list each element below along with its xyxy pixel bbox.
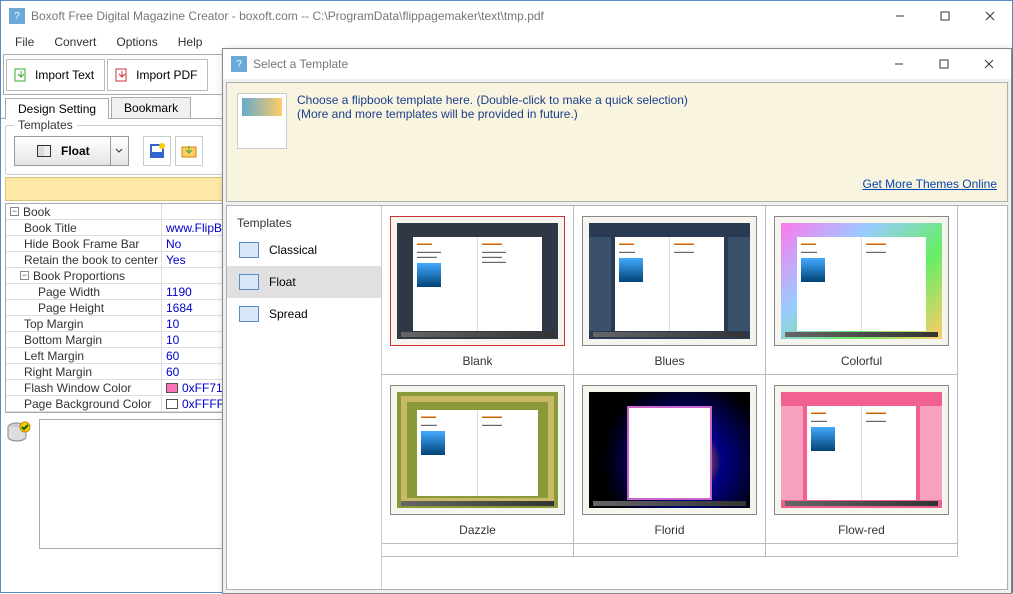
import-pdf-label: Import PDF xyxy=(136,68,197,82)
thumbnail-florid xyxy=(582,385,757,515)
prop-flash-window-color-key: Flash Window Color xyxy=(6,381,161,395)
thumbnail-label: Dazzle xyxy=(459,523,496,537)
dialog-icon: ? xyxy=(231,56,247,72)
menu-help[interactable]: Help xyxy=(168,33,213,51)
template-select-label: Float xyxy=(61,144,90,158)
import-template-button[interactable] xyxy=(175,136,203,166)
category-icon xyxy=(239,306,259,322)
window-controls xyxy=(877,1,1012,31)
dialog-minimize-button[interactable] xyxy=(876,49,921,79)
category-float[interactable]: Float xyxy=(227,266,381,298)
thumbnail-flow-red: ▬▬▬▬▬▬▬▬▬▬▬▬▬▬▬▬ xyxy=(774,385,949,515)
thumbnail-label: Colorful xyxy=(841,354,882,368)
thumbnail-blues: ▬▬▬▬▬▬▬▬▬▬▬▬▬▬▬▬ xyxy=(582,216,757,346)
window-title: Boxoft Free Digital Magazine Creator - b… xyxy=(31,9,544,23)
prop-bottom-margin-key: Bottom Margin xyxy=(6,333,161,347)
expander-icon[interactable]: − xyxy=(10,207,19,216)
maximize-button[interactable] xyxy=(922,1,967,31)
template-actions xyxy=(143,136,203,166)
database-icon xyxy=(5,419,33,447)
main-window: ? Boxoft Free Digital Magazine Creator -… xyxy=(0,0,1013,593)
prop-page-bg-color-key: Page Background Color xyxy=(6,397,161,411)
prop-retain-key: Retain the book to center xyxy=(6,253,161,267)
templates-legend: Templates xyxy=(14,118,77,132)
save-icon xyxy=(148,142,166,160)
chevron-down-icon xyxy=(115,147,123,155)
dialog-maximize-button[interactable] xyxy=(921,49,966,79)
category-spread[interactable]: Spread xyxy=(227,298,381,330)
import-text-button[interactable]: Import Text xyxy=(6,59,105,91)
sidebar-header: Templates xyxy=(227,212,381,234)
dialog-title: Select a Template xyxy=(253,57,348,71)
dialog-titlebar: ? Select a Template xyxy=(223,49,1011,79)
template-florid[interactable]: Florid xyxy=(573,374,766,544)
prop-hide-frame-key: Hide Book Frame Bar xyxy=(6,237,161,251)
save-template-button[interactable] xyxy=(143,136,171,166)
prop-right-margin-key: Right Margin xyxy=(6,365,161,379)
book-icon xyxy=(35,142,53,160)
thumbnail-label: Blues xyxy=(654,354,684,368)
template-row-spacer xyxy=(765,543,958,557)
thumbnail-label: Flow-red xyxy=(838,523,885,537)
minimize-button[interactable] xyxy=(877,1,922,31)
template-select-dropdown[interactable] xyxy=(111,136,129,166)
group-proportions: Book Proportions xyxy=(33,269,125,283)
dialog-close-button[interactable] xyxy=(966,49,1011,79)
prop-book-title-key: Book Title xyxy=(6,221,161,235)
select-template-dialog: ? Select a Template Choose a flipbook te… xyxy=(222,48,1012,594)
thumbnail-label: Florid xyxy=(654,523,684,537)
template-row-spacer xyxy=(573,543,766,557)
tab-design-setting[interactable]: Design Setting xyxy=(5,98,109,119)
tab-bookmark[interactable]: Bookmark xyxy=(111,97,191,118)
expander-icon[interactable]: − xyxy=(20,271,29,280)
template-category-sidebar: Templates Classical Float Spread xyxy=(227,206,382,589)
template-flow-red[interactable]: ▬▬▬▬▬▬▬▬▬▬▬▬▬▬▬▬ Flow-red xyxy=(765,374,958,544)
template-colorful[interactable]: ▬▬▬▬▬▬▬▬▬▬▬▬▬▬▬▬ Colorful xyxy=(765,206,958,375)
banner-text: Choose a flipbook template here. (Double… xyxy=(297,93,852,191)
template-row-spacer xyxy=(382,543,574,557)
template-dazzle[interactable]: ▬▬▬▬▬▬▬▬▬▬▬▬▬▬▬▬ Dazzle xyxy=(382,374,574,544)
app-icon: ? xyxy=(9,8,25,24)
category-icon xyxy=(239,242,259,258)
thumbnail-label: Blank xyxy=(462,354,492,368)
group-book: Book xyxy=(23,205,50,219)
import-text-label: Import Text xyxy=(35,68,94,82)
template-select-button[interactable]: Float xyxy=(14,136,111,166)
category-icon xyxy=(239,274,259,290)
import-pdf-button[interactable]: Import PDF xyxy=(107,59,208,91)
menu-convert[interactable]: Convert xyxy=(44,33,106,51)
thumbnail-colorful: ▬▬▬▬▬▬▬▬▬▬▬▬▬▬▬▬ xyxy=(774,216,949,346)
prop-page-width-key: Page Width xyxy=(6,285,161,299)
import-pdf-icon xyxy=(114,67,130,83)
main-titlebar: ? Boxoft Free Digital Magazine Creator -… xyxy=(1,1,1012,31)
prop-left-margin-key: Left Margin xyxy=(6,349,161,363)
get-more-themes-link[interactable]: Get More Themes Online xyxy=(862,177,997,191)
prop-page-height-key: Page Height xyxy=(6,301,161,315)
banner-thumbnail xyxy=(237,93,287,149)
category-classical[interactable]: Classical xyxy=(227,234,381,266)
menu-options[interactable]: Options xyxy=(106,33,167,51)
prop-top-margin-key: Top Margin xyxy=(6,317,161,331)
thumbnail-dazzle: ▬▬▬▬▬▬▬▬▬▬▬▬▬▬▬▬ xyxy=(390,385,565,515)
template-blues[interactable]: ▬▬▬▬▬▬▬▬▬▬▬▬▬▬▬▬ Blues xyxy=(573,206,766,375)
close-button[interactable] xyxy=(967,1,1012,31)
import-text-icon xyxy=(13,67,29,83)
menu-file[interactable]: File xyxy=(5,33,44,51)
dialog-banner: Choose a flipbook template here. (Double… xyxy=(226,82,1008,202)
folder-import-icon xyxy=(180,142,198,160)
color-swatch xyxy=(166,383,178,393)
thumbnail-blank: ▬▬▬▬▬▬▬▬▬▬▬▬▬▬▬▬▬▬▬▬▬▬▬▬▬▬▬▬▬▬▬▬▬▬▬ xyxy=(390,216,565,346)
template-blank[interactable]: ▬▬▬▬▬▬▬▬▬▬▬▬▬▬▬▬▬▬▬▬▬▬▬▬▬▬▬▬▬▬▬▬▬▬▬ Blan… xyxy=(382,206,574,375)
color-swatch xyxy=(166,399,178,409)
template-thumbnail-grid: ▬▬▬▬▬▬▬▬▬▬▬▬▬▬▬▬▬▬▬▬▬▬▬▬▬▬▬▬▬▬▬▬▬▬▬ Blan… xyxy=(382,206,1007,589)
template-selector: Float xyxy=(14,136,129,166)
